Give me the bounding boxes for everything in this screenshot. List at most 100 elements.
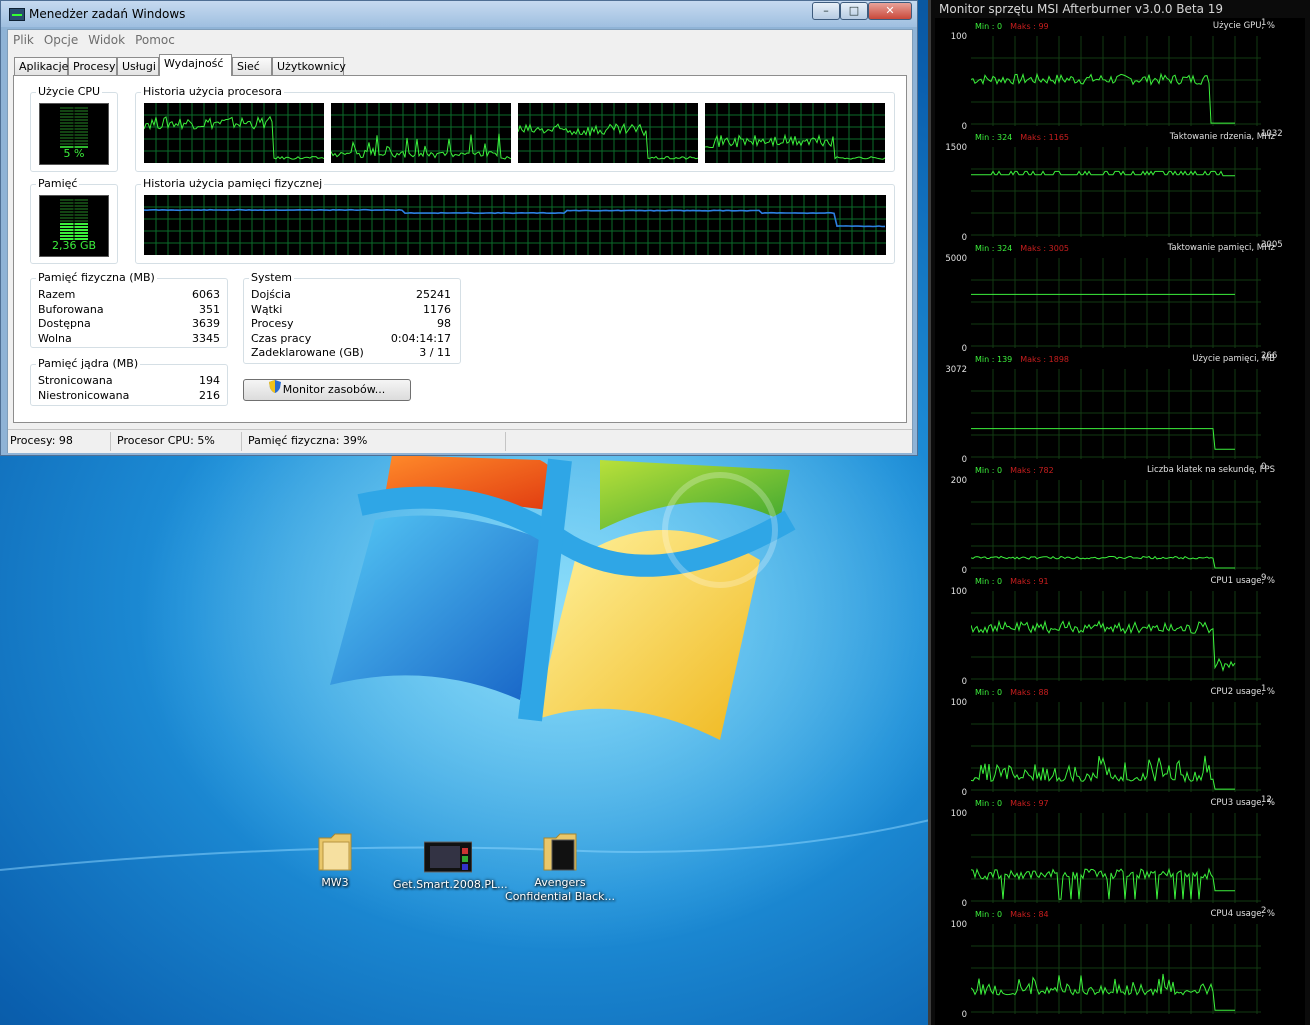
min-max-labels: Min : 324 Maks : 3005 [975, 244, 1069, 253]
desktop-icon-label: MW3 [321, 876, 349, 889]
title-bar[interactable]: Menedżer zadań Windows – □ ✕ [1, 1, 917, 27]
memory-history-graph [144, 195, 886, 255]
task-manager-window: Menedżer zadań Windows – □ ✕ Plik Opcje Wi… [0, 0, 918, 456]
system-group: System Dojścia 25241 Wątki 1176 Procesy 98 … [243, 271, 461, 364]
memory-history-label: Historia użycia pamięci fizycznej [141, 177, 325, 190]
y-max-label: 5000 [945, 254, 967, 264]
y-max-label: 1500 [945, 143, 967, 153]
resource-monitor-button[interactable]: Monitor zasobów... [243, 379, 411, 401]
cpu-history-trace [331, 133, 511, 160]
graph-plot [971, 369, 1261, 459]
row-value: 351 [199, 302, 220, 316]
row-value: 194 [199, 374, 220, 387]
desktop-icon-label: Avengers Confidential Black... [505, 876, 615, 903]
row-value: 98 [437, 317, 451, 330]
current-value-label: 266 [1261, 351, 1278, 361]
y-max-label: 200 [950, 476, 967, 486]
cpu-usage-label: Użycie CPU [36, 85, 103, 98]
cpu-history-graph-1 [144, 103, 324, 163]
max-label: Maks : 88 [1010, 688, 1049, 697]
max-label: Maks : 1165 [1020, 133, 1069, 142]
row-key: Wątki [251, 302, 283, 316]
monitor-graph-7: Min : 0 Maks : 97 CPU3 usage, % 100 0 12 [935, 795, 1305, 909]
min-max-labels: Min : 0 Maks : 99 [975, 22, 1049, 31]
min-label: Min : 0 [975, 466, 1003, 475]
monitor-graph-3: Min : 139 Maks : 1898 Użycie pamięci, MB 30… [935, 351, 1305, 465]
close-button[interactable]: ✕ [868, 2, 912, 20]
min-max-labels: Min : 324 Maks : 1165 [975, 133, 1069, 142]
graph-plot [971, 702, 1261, 792]
minimize-button[interactable]: – [812, 2, 840, 20]
tab-services[interactable]: Usługi [117, 57, 159, 75]
memory-history-trace [144, 208, 886, 228]
monitor-graph-8: Min : 0 Maks : 84 CPU4 usage, % 100 0 2 [935, 906, 1305, 1020]
physical-memory-available-row: Dostępna 3639 [38, 317, 220, 332]
y-max-label: 3072 [945, 365, 967, 375]
graph-plot [971, 813, 1261, 903]
resource-monitor-label: Monitor zasobów... [282, 383, 386, 396]
desktop-icon-get-smart[interactable]: Get.Smart.2008.PL... [393, 840, 508, 892]
row-key: Stronicowana [38, 374, 113, 387]
task-manager-icon [9, 8, 25, 21]
current-value-label: 9 [1261, 573, 1267, 583]
row-value: 1176 [423, 302, 451, 316]
y-max-label: 100 [950, 920, 967, 930]
graph-plot [971, 147, 1261, 237]
monitor-graph-6: Min : 0 Maks : 88 CPU2 usage, % 100 0 1 [935, 684, 1305, 798]
cpu-usage-gauge: 5 % [39, 103, 109, 165]
max-label: Maks : 97 [1010, 799, 1049, 808]
cpu-history-label: Historia użycia procesora [141, 85, 285, 98]
min-label: Min : 0 [975, 22, 1003, 31]
monitor-graph-2: Min : 324 Maks : 3005 Taktowanie pamięci, … [935, 240, 1305, 354]
status-cpu: Procesor CPU: 5% [117, 434, 215, 447]
graph-plot [971, 258, 1261, 348]
current-value-label: 1 [1261, 684, 1267, 694]
current-value-label: 2 [1261, 906, 1267, 916]
row-value: 6063 [192, 288, 220, 301]
cpu-history-group: Historia użycia procesora [135, 85, 895, 172]
system-label: System [249, 271, 295, 284]
menu-help[interactable]: Pomoc [130, 30, 180, 47]
current-value-label: 1 [1261, 18, 1267, 28]
window-title: Menedżer zadań Windows [29, 7, 186, 21]
cpu-usage-value: 5 % [63, 147, 85, 160]
tab-applications[interactable]: Aplikacje [14, 57, 68, 75]
cpu-history-graph-3 [518, 103, 698, 163]
menu-file[interactable]: Plik [8, 30, 39, 47]
graph-plot [971, 36, 1261, 126]
system-processes-row: Procesy 98 [251, 317, 451, 332]
menu-view[interactable]: Widok [83, 30, 130, 47]
min-label: Min : 0 [975, 799, 1003, 808]
menu-options[interactable]: Opcje [39, 30, 83, 47]
current-value-label: 0 [1261, 462, 1267, 472]
tab-users[interactable]: Użytkownicy [272, 57, 346, 75]
system-uptime-row: Czas pracy 0:04:14:17 [251, 332, 451, 347]
folder-icon [540, 828, 580, 872]
monitor-graph-0: Min : 0 Maks : 99 Użycie GPU, % 100 0 1 [935, 18, 1305, 132]
tab-performance[interactable]: Wydajność [159, 54, 232, 76]
min-max-labels: Min : 0 Maks : 84 [975, 910, 1049, 919]
desktop-icon-mw3[interactable]: MW3 [280, 828, 390, 890]
maximize-button[interactable]: □ [840, 2, 868, 20]
min-label: Min : 0 [975, 577, 1003, 586]
physical-memory-free-row: Wolna 3345 [38, 332, 220, 347]
min-label: Min : 139 [975, 355, 1013, 364]
physical-memory-label: Pamięć fizyczna (MB) [36, 271, 157, 284]
max-label: Maks : 84 [1010, 910, 1049, 919]
physical-memory-group: Pamięć fizyczna (MB) Razem 6063 Buforowan… [30, 271, 228, 348]
memory-label: Pamięć [36, 177, 80, 190]
cpu-history-trace [518, 122, 698, 160]
max-label: Maks : 91 [1010, 577, 1049, 586]
desktop-icon-avengers[interactable]: Avengers Confidential Black... [505, 828, 615, 904]
status-processes: Procesy: 98 [10, 434, 73, 447]
graph-title: Taktowanie pamięci, MHz [1167, 243, 1275, 253]
monitor-graph-4: Min : 0 Maks : 782 Liczba klatek na sekund… [935, 462, 1305, 576]
kernel-paged-row: Stronicowana 194 [38, 374, 220, 389]
row-key: Wolna [38, 331, 72, 345]
row-key: Razem [38, 288, 76, 301]
desktop-icon-label: Get.Smart.2008.PL... [393, 878, 508, 891]
tab-network[interactable]: Sieć [232, 57, 272, 75]
hardware-monitor-panel: Min : 0 Maks : 99 Użycie GPU, % 100 0 1 Min : … [935, 18, 1305, 1025]
graph-plot [971, 591, 1261, 681]
tab-processes[interactable]: Procesy [68, 57, 117, 75]
